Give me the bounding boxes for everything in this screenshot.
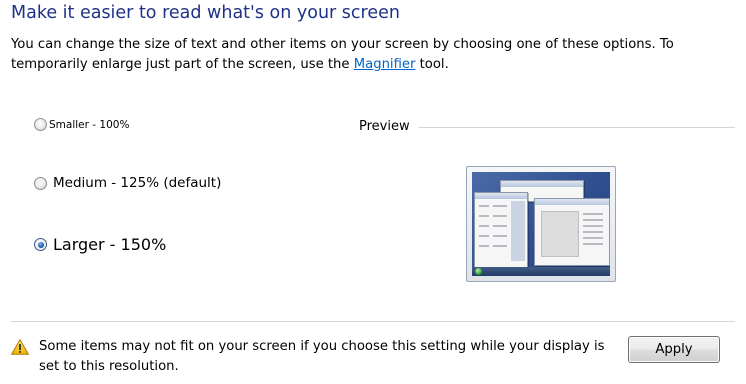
option-medium-label[interactable]: Medium - 125% (default) [53, 175, 221, 191]
preview-desktop [472, 172, 610, 276]
magnifier-link[interactable]: Magnifier [354, 57, 416, 72]
radio-medium[interactable] [34, 176, 47, 190]
page-title: Make it easier to read what's on your sc… [11, 3, 400, 23]
radio-smaller[interactable] [34, 118, 47, 131]
warning-icon [11, 339, 29, 355]
option-medium[interactable]: Medium - 125% (default) [34, 175, 221, 191]
description-line-1: You can change the size of text and othe… [11, 37, 674, 52]
description-line-2-end: tool. [415, 57, 449, 72]
option-larger[interactable]: Larger - 150% [34, 235, 166, 254]
preview-taskbar [472, 267, 610, 276]
description: You can change the size of text and othe… [11, 35, 711, 75]
warning-text: Some items may not fit on your screen if… [39, 339, 605, 374]
bottom-divider [11, 321, 735, 322]
preview-label: Preview [359, 119, 410, 134]
start-orb-icon [475, 268, 482, 275]
option-smaller-label[interactable]: Smaller - 100% [49, 119, 129, 131]
preview-divider [419, 127, 735, 128]
apply-button[interactable]: Apply [628, 336, 720, 363]
option-larger-label[interactable]: Larger - 150% [53, 235, 166, 254]
radio-larger[interactable] [34, 238, 47, 251]
option-smaller[interactable]: Smaller - 100% [34, 118, 129, 131]
preview-left-window [474, 192, 528, 272]
preview-monitor [466, 166, 616, 282]
preview-front-window [534, 198, 610, 266]
description-line-2: temporarily enlarge just part of the scr… [11, 57, 354, 72]
